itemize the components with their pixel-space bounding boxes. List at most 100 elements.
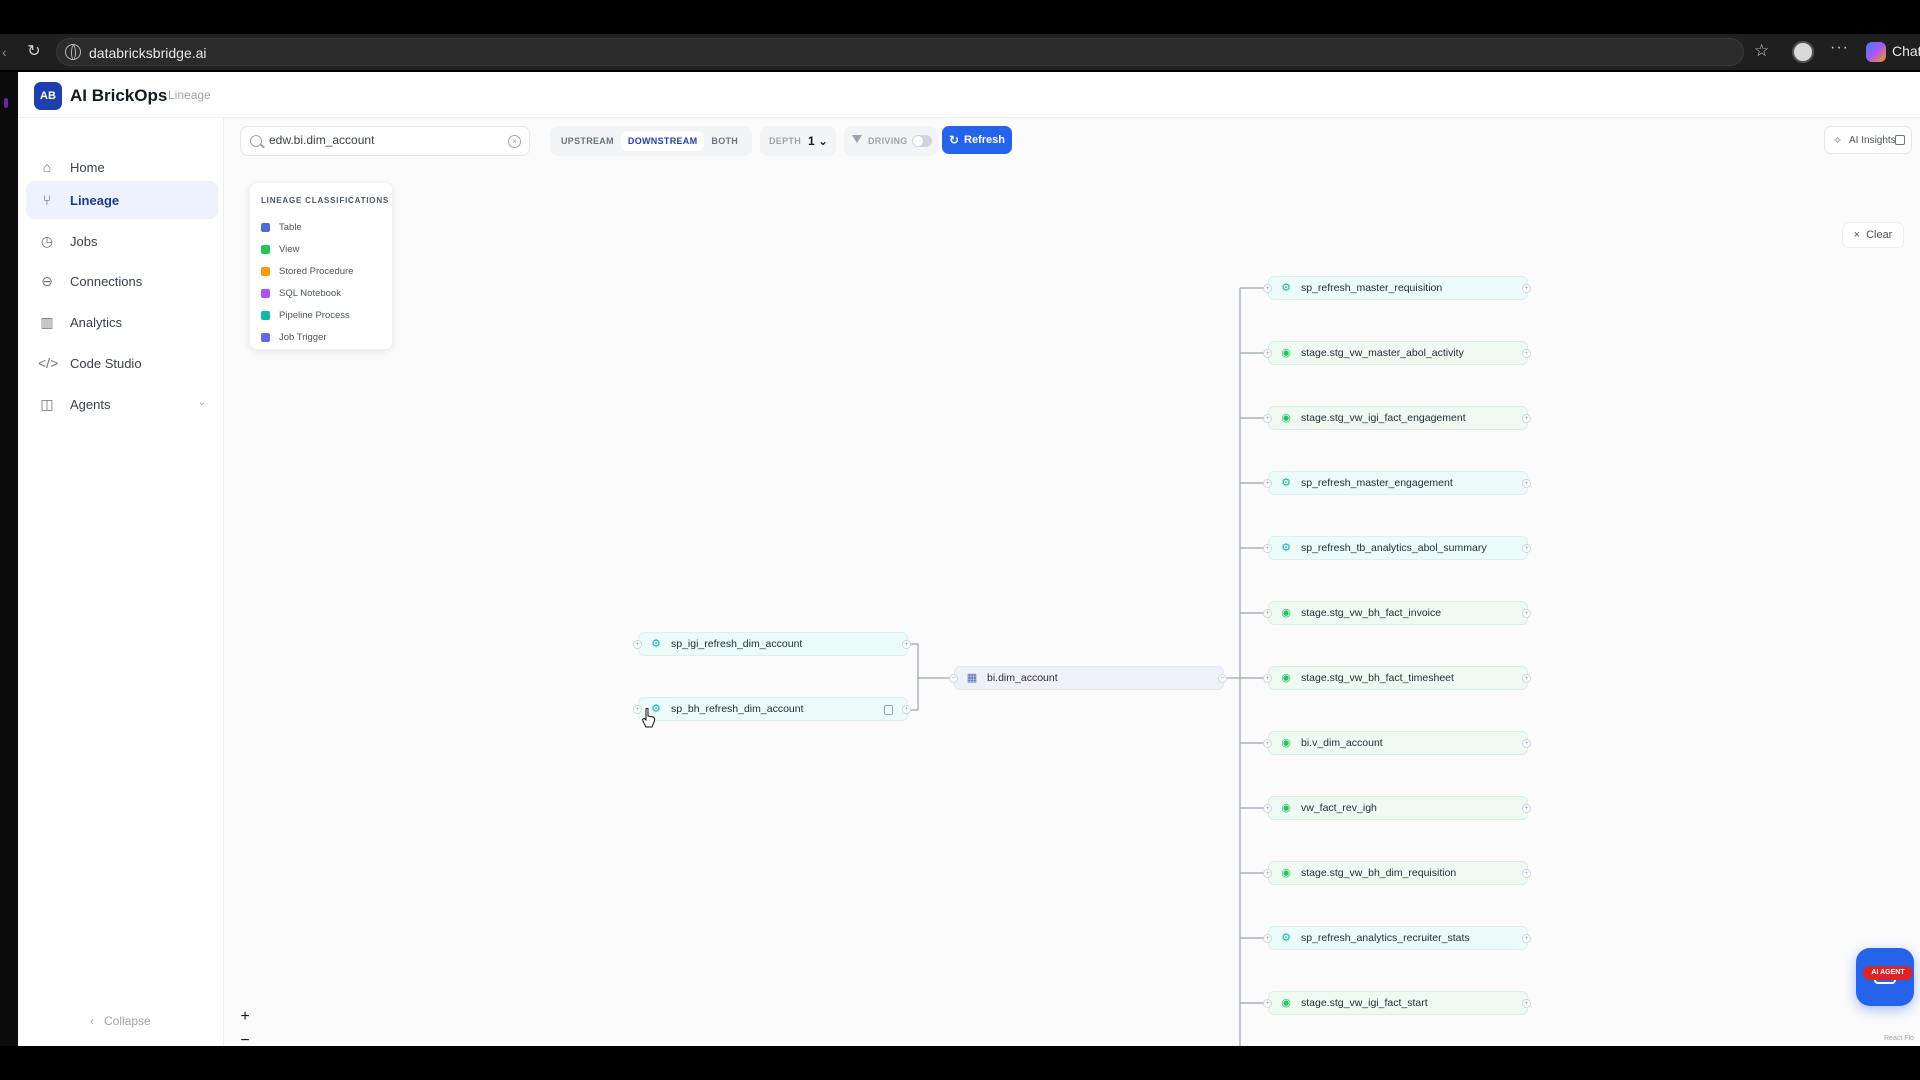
expand-downstream-icon[interactable]: + — [1522, 739, 1531, 748]
expand-downstream-icon[interactable]: + — [1522, 544, 1531, 553]
search-field[interactable]: × — [240, 126, 530, 156]
lineage-node-upstream[interactable]: + ⚙ sp_bh_refresh_dim_account + — [633, 697, 911, 721]
more-icon[interactable]: ··· — [1830, 39, 1849, 57]
expand-downstream-icon[interactable]: − — [1218, 674, 1227, 683]
copy-icon[interactable] — [884, 705, 893, 715]
zoom-in-button[interactable]: + — [236, 1008, 254, 1026]
lineage-node-downstream[interactable]: + ⚙ sp_refresh_master_engagement + — [1263, 471, 1531, 495]
expand-upstream-icon[interactable]: + — [1263, 869, 1272, 878]
tab-downstream[interactable]: DOWNSTREAM — [620, 131, 705, 151]
lineage-node-center[interactable]: − ▦ bi.dim_account − — [949, 666, 1227, 690]
expand-downstream-icon[interactable]: + — [1522, 804, 1531, 813]
expand-downstream-icon[interactable]: + — [1522, 349, 1531, 358]
expand-downstream-icon[interactable]: + — [1522, 999, 1531, 1008]
expand-downstream-icon[interactable]: + — [1522, 674, 1531, 683]
lineage-node-downstream[interactable]: + ◉ vw_fact_rev_igh + — [1263, 796, 1531, 820]
react-flow-attribution[interactable]: React Flo — [1884, 1035, 1914, 1042]
lineage-node-downstream[interactable]: + ◉ stage.stg_vw_bh_fact_timesheet + — [1263, 666, 1531, 690]
depth-label: DEPTH — [769, 136, 802, 146]
expand-downstream-icon[interactable]: + — [1522, 934, 1531, 943]
depth-value: 1 ⌄ — [808, 134, 829, 148]
expand-upstream-icon[interactable]: + — [633, 705, 642, 714]
sidebar-item-code-studio[interactable]: </> Code Studio — [26, 344, 218, 382]
sidebar-item-analytics[interactable]: ▥ Analytics — [26, 303, 218, 341]
collapse-button[interactable]: ‹ Collapse — [90, 1014, 151, 1028]
procedure-icon: ⚙ — [1281, 932, 1291, 944]
tab-both[interactable]: BOTH — [704, 131, 745, 151]
sidebar-item-agents[interactable]: ◫ Agents ⌄ — [26, 385, 218, 423]
sidebar-item-lineage[interactable]: ⑂ Lineage — [26, 181, 218, 219]
chat-label[interactable]: Chat — [1892, 43, 1920, 59]
direction-toggle: UPSTREAM DOWNSTREAM BOTH — [550, 126, 752, 156]
favorites-icon[interactable]: ☆ — [1754, 41, 1769, 61]
eye-icon: ◉ — [1281, 347, 1291, 359]
back-icon[interactable]: ‹ — [2, 42, 10, 62]
expand-upstream-icon[interactable]: + — [1263, 609, 1272, 618]
expand-upstream-icon[interactable]: + — [1263, 804, 1272, 813]
tab-upstream[interactable]: UPSTREAM — [554, 131, 621, 151]
lineage-node-downstream[interactable]: + ◉ stage.stg_vw_igi_fact_start + — [1263, 991, 1531, 1015]
expand-upstream-icon[interactable]: + — [1263, 544, 1272, 553]
ai-insights-label: AI Insights — [1849, 135, 1896, 146]
link-icon: ⊖ — [41, 273, 53, 289]
sidebar: ⌂ Home ⑂ Lineage ◷ Jobs ⊖ Connections ▥ … — [18, 118, 224, 1046]
filter-icon — [852, 135, 862, 143]
refresh-button[interactable]: ↻ Refresh — [942, 126, 1012, 154]
search-input[interactable] — [269, 133, 489, 147]
lineage-node-downstream[interactable]: + ◉ stage.stg_vw_master_abol_activity + — [1263, 341, 1531, 365]
chevron-down-icon: ⌄ — [197, 397, 206, 408]
sidebar-item-label: Lineage — [70, 192, 120, 208]
eye-icon: ◉ — [1281, 737, 1291, 749]
sidebar-item-connections[interactable]: ⊖ Connections — [26, 262, 218, 300]
sidebar-item-jobs[interactable]: ◷ Jobs — [26, 222, 218, 260]
node-label: sp_refresh_tb_analytics_abol_summary — [1301, 542, 1487, 554]
reload-icon[interactable]: ↻ — [24, 42, 44, 62]
ai-insights-button[interactable]: ✧ AI Insights — [1824, 126, 1912, 154]
expand-downstream-icon[interactable]: + — [902, 705, 911, 714]
collapse-label: Collapse — [104, 1014, 151, 1028]
copilot-icon[interactable] — [1866, 42, 1886, 62]
expand-upstream-icon[interactable]: + — [1263, 284, 1272, 293]
expand-downstream-icon[interactable]: + — [1522, 869, 1531, 878]
expand-upstream-icon[interactable]: + — [1263, 349, 1272, 358]
expand-upstream-icon[interactable]: + — [1263, 414, 1272, 423]
expand-downstream-icon[interactable]: + — [1522, 479, 1531, 488]
expand-upstream-icon[interactable]: + — [1263, 934, 1272, 943]
lineage-node-downstream[interactable]: + ⚙ sp_refresh_tb_analytics_abol_summary + — [1263, 536, 1531, 560]
profile-avatar[interactable] — [1792, 41, 1814, 63]
expand-upstream-icon[interactable]: + — [1263, 479, 1272, 488]
node-label: sp_igi_refresh_dim_account — [671, 638, 803, 650]
zoom-out-button[interactable]: − — [236, 1032, 254, 1046]
node-label: stage.stg_vw_bh_fact_timesheet — [1301, 672, 1454, 684]
expand-upstream-icon[interactable]: + — [633, 640, 642, 649]
lineage-canvas[interactable]: LINEAGE CLASSIFICATIONS Table View Store… — [224, 162, 1920, 1046]
expand-downstream-icon[interactable]: + — [1522, 414, 1531, 423]
lineage-node-upstream[interactable]: + ⚙ sp_igi_refresh_dim_account + — [633, 632, 911, 656]
lineage-node-downstream[interactable]: + ◉ stage.stg_vw_bh_fact_invoice + — [1263, 601, 1531, 625]
lineage-node-downstream[interactable]: + ◉ bi.v_dim_account + — [1263, 731, 1531, 755]
expand-upstream-icon[interactable]: + — [1263, 674, 1272, 683]
depth-select[interactable]: DEPTH 1 ⌄ — [760, 126, 836, 156]
expand-upstream-icon[interactable]: + — [1263, 999, 1272, 1008]
expand-downstream-icon[interactable]: + — [1522, 284, 1531, 293]
expand-downstream-icon[interactable]: + — [902, 640, 911, 649]
node-label: stage.stg_vw_igi_fact_start — [1301, 997, 1428, 1009]
address-bar[interactable]: databricksbridge.ai — [56, 38, 1744, 66]
bar-chart-icon: ▥ — [40, 314, 54, 330]
lineage-node-downstream[interactable]: + ◉ stage.stg_vw_bh_dim_requisition + — [1263, 861, 1531, 885]
lineage-node-downstream[interactable]: + ⚙ sp_refresh_analytics_recruiter_stats + — [1263, 926, 1531, 950]
expand-upstream-icon[interactable]: − — [949, 674, 958, 683]
expand-upstream-icon[interactable]: + — [1263, 739, 1272, 748]
sidebar-item-label: Code Studio — [70, 355, 142, 371]
driving-toggle[interactable] — [912, 135, 932, 147]
ai-agent-badge: AI AGENT — [1863, 966, 1913, 980]
expand-downstream-icon[interactable]: + — [1522, 609, 1531, 618]
edge-upstream-1 — [906, 643, 950, 679]
search-icon — [250, 135, 262, 147]
app-logo[interactable]: AB — [34, 82, 62, 110]
driving-label: DRIVING — [868, 136, 908, 146]
clear-search-icon[interactable]: × — [508, 135, 521, 148]
driving-filter[interactable]: DRIVING — [844, 126, 938, 156]
lineage-node-downstream[interactable]: + ⚙ sp_refresh_master_requisition + — [1263, 276, 1531, 300]
lineage-node-downstream[interactable]: + ◉ stage.stg_vw_igi_fact_engagement + — [1263, 406, 1531, 430]
